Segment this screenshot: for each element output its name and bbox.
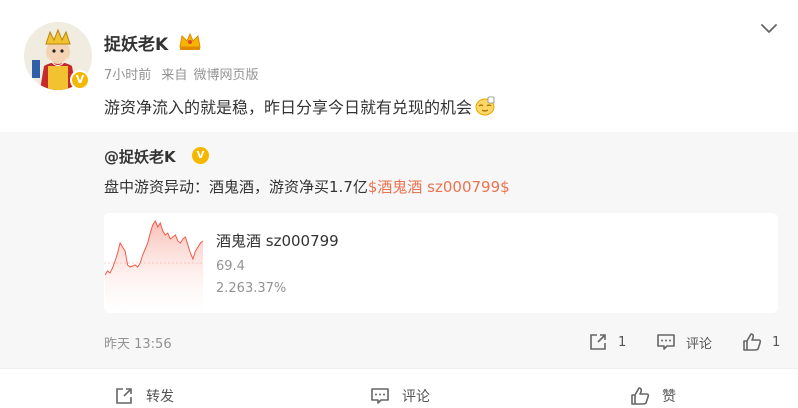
comment-icon bbox=[371, 388, 389, 404]
emoji-icon bbox=[475, 96, 495, 116]
like-icon bbox=[631, 387, 650, 405]
share-label: 转发 bbox=[146, 389, 174, 405]
repost-comment-label: 评论 bbox=[686, 336, 713, 352]
share-button[interactable]: 转发 bbox=[114, 384, 174, 408]
repost-author[interactable]: @捉妖老K bbox=[104, 146, 176, 167]
share-icon bbox=[590, 334, 606, 350]
post-time[interactable]: 7小时前 bbox=[104, 68, 151, 83]
repost-like-count: 1 bbox=[772, 334, 781, 350]
vip-crown-icon bbox=[179, 32, 201, 50]
like-label: 赞 bbox=[662, 389, 676, 405]
stock-sparkline-icon bbox=[104, 219, 204, 313]
repost-text: 盘中游资异动：酒鬼酒，游资净买1.7亿$酒鬼酒 sz000799$ bbox=[104, 176, 510, 197]
author-name[interactable]: 捉妖老K bbox=[104, 30, 168, 55]
stock-price: 69.4 bbox=[216, 259, 245, 274]
stock-change: 2.263.37% bbox=[216, 281, 287, 296]
repost-body: 盘中游资异动：酒鬼酒，游资净买1.7亿 bbox=[104, 178, 368, 196]
repost-share-count: 1 bbox=[618, 334, 627, 350]
source-prefix: 来自 bbox=[161, 68, 188, 83]
like-button[interactable]: 赞 bbox=[630, 384, 676, 408]
repost-like-button[interactable]: 1 bbox=[742, 330, 780, 354]
post-meta: 7小时前 来自 微博网页版 bbox=[104, 64, 264, 83]
repost-time[interactable]: 昨天 13:56 bbox=[104, 333, 172, 352]
stock-name: 酒鬼酒 sz000799 bbox=[216, 232, 339, 250]
post-text: 游资净流入的就是稳，昨日分享今日就有兑现的机会 bbox=[104, 94, 496, 118]
weibo-post: V 捉妖老K 7小时前 来自 微博网页版 游资净流入的就是稳，昨日分享今日就有兑现… bbox=[0, 0, 798, 408]
post-source: 微博网页版 bbox=[193, 68, 259, 83]
stock-link[interactable]: $酒鬼酒 sz000799$ bbox=[368, 178, 510, 196]
comment-icon bbox=[657, 334, 675, 350]
repost-comment-button[interactable]: 评论 bbox=[656, 330, 712, 354]
repost-share-button[interactable]: 1 bbox=[588, 330, 626, 354]
repost-verified-badge-icon: V bbox=[192, 147, 209, 164]
verified-badge-icon: V bbox=[70, 70, 90, 90]
comment-button[interactable]: 评论 bbox=[370, 384, 430, 408]
post-body: 游资净流入的就是稳，昨日分享今日就有兑现的机会 bbox=[104, 98, 473, 117]
like-icon bbox=[743, 333, 762, 351]
more-chevron-icon[interactable] bbox=[760, 22, 778, 36]
stock-card[interactable]: 酒鬼酒 sz000799 69.4 2.263.37% bbox=[104, 213, 778, 313]
share-icon bbox=[116, 388, 132, 404]
comment-label: 评论 bbox=[402, 389, 430, 405]
